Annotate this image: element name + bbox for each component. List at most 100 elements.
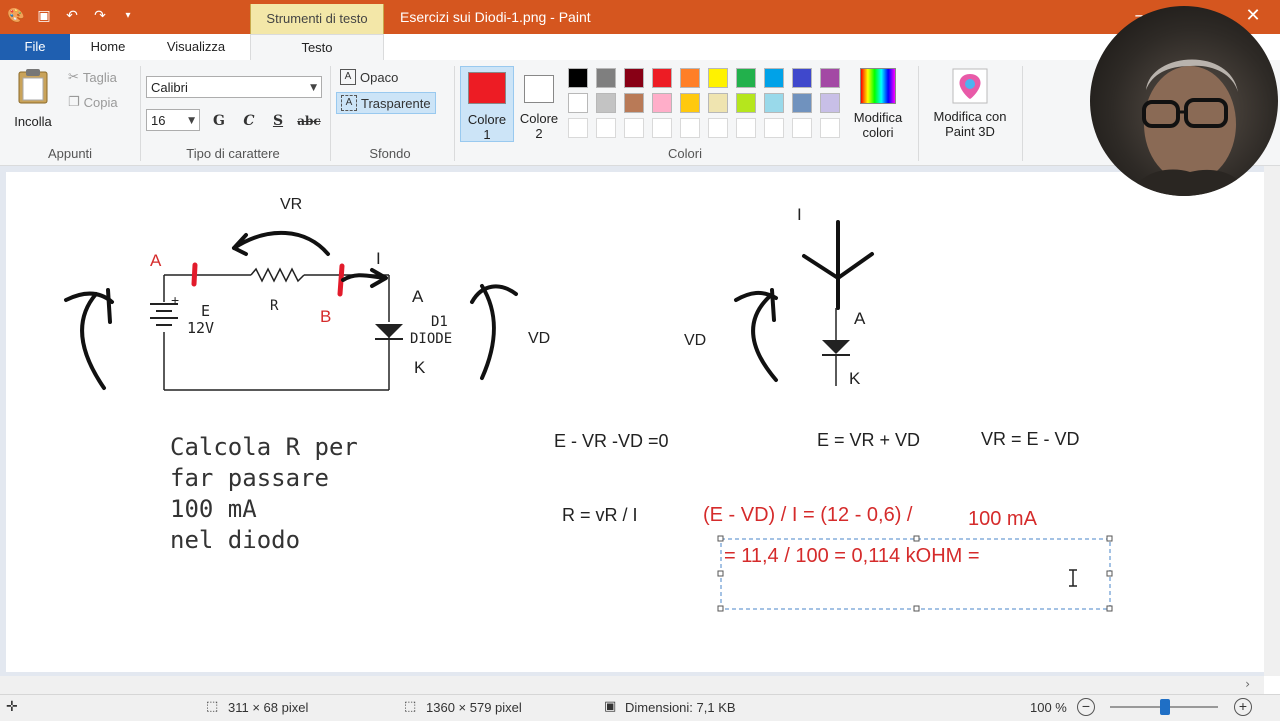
vertical-scrollbar[interactable]	[1264, 166, 1280, 676]
tab-file[interactable]: File	[0, 34, 70, 60]
horizontal-scrollbar[interactable]: ›	[0, 676, 1264, 694]
color1-button[interactable]: Colore 1	[460, 66, 514, 142]
paint-app-icon[interactable]: 🎨	[6, 6, 26, 26]
tab-view[interactable]: Visualizza	[150, 34, 242, 60]
palette-swatch[interactable]	[708, 68, 728, 88]
color2-swatch	[524, 75, 554, 103]
label-diode: DIODE	[410, 331, 453, 347]
palette-swatch[interactable]	[624, 68, 644, 88]
zoom-out-icon[interactable]: −	[1077, 698, 1095, 716]
font-family-select[interactable]: Calibri ▼	[146, 76, 322, 98]
equation-vr: VR = E - VD	[981, 429, 1080, 449]
save-icon[interactable]: ▣	[34, 6, 54, 26]
palette-swatch[interactable]	[652, 68, 672, 88]
palette-swatch[interactable]	[764, 118, 784, 138]
edit-paint3d-button[interactable]: Modifica con Paint 3D	[922, 68, 1018, 142]
undo-icon[interactable]: ↶	[62, 6, 82, 26]
palette-swatch[interactable]	[596, 68, 616, 88]
equation-kvl: E - VR -VD =0	[554, 431, 669, 451]
ribbon: Incolla ✂ Taglia ❐ Copia Appunti Calibri…	[0, 60, 1280, 166]
palette-swatch[interactable]	[736, 118, 756, 138]
palette-swatch[interactable]	[568, 93, 588, 113]
color2-button[interactable]: Colore 2	[514, 66, 564, 141]
palette-swatch[interactable]	[792, 93, 812, 113]
palette-swatch[interactable]	[708, 118, 728, 138]
palette-swatch[interactable]	[708, 93, 728, 113]
transparent-button[interactable]: A Trasparente	[336, 92, 436, 114]
title-bar: 🎨 ▣ ↶ ↷ ▾ Strumenti di testo Esercizi su…	[0, 0, 1280, 34]
redo-icon[interactable]: ↷	[90, 6, 110, 26]
palette-swatch[interactable]	[764, 93, 784, 113]
underline-button[interactable]: S	[267, 110, 289, 132]
label-node-b: B	[320, 307, 332, 326]
close-icon[interactable]: ✕	[1240, 4, 1266, 30]
palette-swatch[interactable]	[764, 68, 784, 88]
handwritten-arrows	[64, 220, 874, 390]
divider	[140, 66, 141, 161]
drawing-svg	[64, 220, 1113, 612]
label-resistor: R	[270, 298, 279, 314]
scroll-right-icon[interactable]: ›	[1245, 677, 1250, 691]
palette-swatch[interactable]	[820, 118, 840, 138]
copy-icon: ❐	[68, 95, 80, 110]
palette-swatch[interactable]	[652, 118, 672, 138]
bold-button[interactable]: G	[208, 110, 230, 132]
edit-colors-button[interactable]: Modifica colori	[848, 68, 908, 142]
font-size-select[interactable]: 16 ▼	[146, 109, 200, 131]
paste-button[interactable]: Incolla	[8, 66, 58, 129]
copy-button[interactable]: ❐ Copia	[68, 95, 118, 110]
label-vd: VD	[528, 330, 551, 347]
image-size-icon: ⬚	[404, 699, 417, 714]
strikethrough-button[interactable]: abc	[296, 110, 322, 132]
divider	[330, 66, 331, 161]
opaque-button[interactable]: A Opaco	[340, 69, 398, 85]
image-size: 1360 × 579 pixel	[426, 700, 522, 715]
palette-swatch[interactable]	[680, 118, 700, 138]
palette-swatch[interactable]	[596, 118, 616, 138]
scissors-icon: ✂	[68, 70, 79, 85]
tab-text[interactable]: Testo	[250, 34, 384, 61]
zoom-slider-thumb[interactable]	[1160, 699, 1170, 715]
label-vd-2: VD	[684, 332, 707, 349]
selection-size: 311 × 68 pixel	[228, 700, 309, 715]
palette-swatch[interactable]	[792, 118, 812, 138]
palette-swatch[interactable]	[820, 93, 840, 113]
color1-swatch	[468, 72, 506, 104]
paint3d-icon	[952, 68, 988, 104]
cut-button[interactable]: ✂ Taglia	[68, 70, 117, 85]
group-label-font: Tipo di carattere	[186, 146, 280, 161]
selection-size-icon: ⬚	[206, 699, 219, 714]
palette-swatch[interactable]	[820, 68, 840, 88]
palette-swatch[interactable]	[680, 68, 700, 88]
label-node-a: A	[150, 251, 162, 270]
palette-swatch[interactable]	[736, 68, 756, 88]
zoom-in-icon[interactable]: +	[1234, 698, 1252, 716]
palette-swatch[interactable]	[680, 93, 700, 113]
divider	[918, 66, 919, 161]
group-label-colors: Colori	[668, 146, 702, 161]
label-plus: +	[171, 292, 180, 308]
diode-symbol-2	[822, 308, 850, 386]
ribbon-tabs: File Home Visualizza Testo	[0, 34, 1280, 61]
palette-swatch[interactable]	[624, 118, 644, 138]
palette-swatch[interactable]	[652, 93, 672, 113]
palette-swatch[interactable]	[568, 68, 588, 88]
palette-swatch[interactable]	[624, 93, 644, 113]
chevron-down-icon: ▼	[310, 83, 317, 93]
palette-swatch[interactable]	[792, 68, 812, 88]
customize-qat-icon[interactable]: ▾	[118, 6, 138, 26]
move-cursor-icon: ✛	[6, 699, 18, 715]
label-anode-2: A	[854, 309, 866, 328]
italic-button[interactable]: C	[238, 110, 260, 132]
text-box-content[interactable]: = 11,4 / 100 = 0,114 kOHM =	[724, 545, 980, 568]
palette-swatch[interactable]	[736, 93, 756, 113]
drawing-canvas[interactable]: VR A I B + E 12V R A D1 DIODE K VD VD I …	[6, 172, 1264, 672]
zoom-slider[interactable]	[1110, 699, 1218, 715]
palette-swatch[interactable]	[568, 118, 588, 138]
tab-home[interactable]: Home	[76, 34, 140, 60]
paste-label: Incolla	[14, 114, 52, 129]
transparent-icon: A	[341, 95, 357, 111]
color-wheel-icon	[860, 68, 896, 104]
palette-swatch[interactable]	[596, 93, 616, 113]
label-e-value: 12V	[187, 319, 215, 337]
